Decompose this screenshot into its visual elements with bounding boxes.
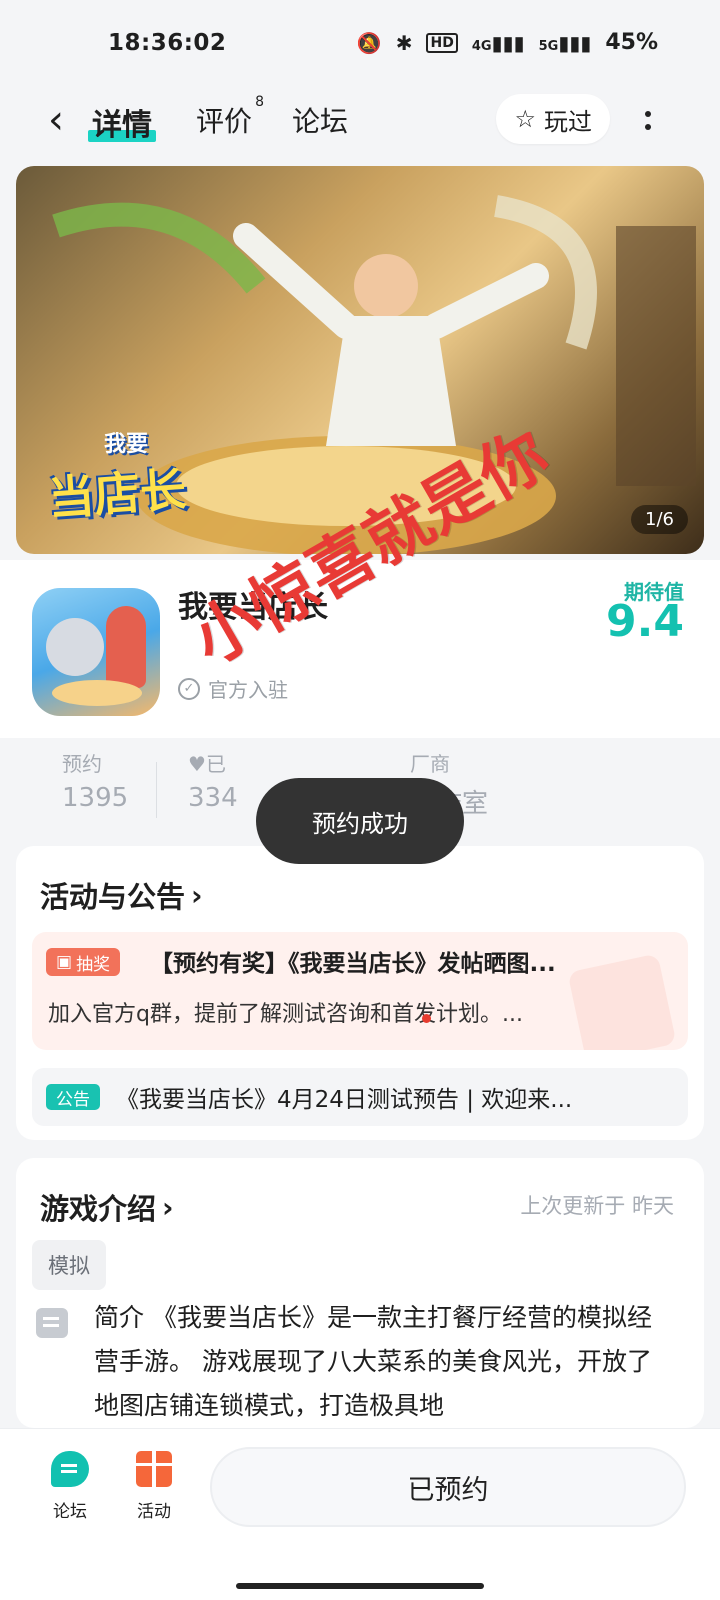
follow-count: 334 [188, 783, 238, 813]
last-updated: 上次更新于 昨天 [520, 1194, 674, 1218]
banner-logo-line2: 当店长 [46, 462, 188, 526]
tab-detail-label: 详情 [92, 108, 152, 143]
activity-card: 活动与公告 › ▣ 抽奖 【预约有奖】《我要当店长》发帖晒图... 加入官方q群… [16, 846, 704, 1140]
game-title: 我要当店长 [178, 590, 328, 625]
chat-bubble-icon [51, 1451, 89, 1487]
game-info-section: 我要当店长 ✓ 官方入驻 期待值 9.4 [0, 560, 720, 738]
expectation-score: 9.4 [606, 596, 684, 647]
bottom-forum-button[interactable]: 论坛 [40, 1451, 100, 1522]
intro-title: 游戏介绍 [40, 1192, 157, 1226]
game-app-icon [32, 588, 160, 716]
intro-header[interactable]: 游戏介绍 › [40, 1186, 174, 1228]
mute-icon: 🔕 [356, 30, 382, 55]
genre-tag[interactable]: 模拟 [32, 1240, 106, 1290]
official-label: 官方入驻 [208, 678, 288, 702]
toast-message: 预约成功 [256, 778, 464, 864]
activity-title: 活动与公告 [40, 880, 186, 914]
signal-5g-icon: 5G▮▮▮ [538, 30, 592, 55]
carousel-dot [422, 1014, 431, 1023]
forum-label: 论坛 [53, 1502, 87, 1522]
promo-item[interactable]: ▣ 抽奖 【预约有奖】《我要当店长》发帖晒图... 加入官方q群，提前了解测试咨… [32, 932, 688, 1050]
promo-title: 【预约有奖】《我要当店长》发帖晒图... [150, 951, 556, 977]
more-options-icon[interactable] [638, 98, 658, 142]
notice-text: 《我要当店长》4月24日测试预告 | 欢迎来... [116, 1087, 573, 1113]
bottom-activity-button[interactable]: 活动 [124, 1451, 184, 1522]
tab-detail[interactable]: 详情 [88, 100, 156, 144]
vendor-label: 厂商 [410, 752, 450, 776]
gift-icon: ▣ [56, 952, 73, 972]
chevron-right-icon: › [191, 878, 203, 912]
back-icon[interactable]: ‹ [36, 96, 76, 144]
lottery-tag: ▣ 抽奖 [46, 948, 121, 976]
divider [156, 762, 157, 818]
gift-icon [136, 1451, 172, 1487]
verified-icon: ✓ [178, 677, 200, 700]
reserve-label: 预约 [62, 752, 102, 776]
home-indicator[interactable] [236, 1583, 484, 1589]
notice-item[interactable]: 公告 《我要当店长》4月24日测试预告 | 欢迎来... [32, 1068, 688, 1126]
notice-tag: 公告 [46, 1084, 100, 1110]
screenshot-carousel[interactable]: 我要 当店长 1/6 [16, 166, 704, 554]
game-intro-card: 游戏介绍 › 上次更新于 昨天 模拟 简介 《我要当店长》是一款主打餐厅经营的模… [16, 1158, 704, 1428]
played-button[interactable]: ☆ 玩过 [496, 94, 610, 144]
top-nav: ‹ 详情 评价 8 论坛 ☆ 玩过 [0, 90, 720, 150]
chevron-right-icon: › [162, 1190, 174, 1224]
status-icons: 🔕 ✱ HD 4G▮▮▮ 5G▮▮▮ 45% [357, 30, 658, 55]
reserve-stat: 预约 1395 [62, 748, 128, 813]
bottom-action-bar: 论坛 活动 已预约 [0, 1428, 720, 1600]
intro-text: 简介 《我要当店长》是一款主打餐厅经营的模拟经营手游。 游戏展现了八大菜系的美食… [94, 1303, 652, 1420]
battery-level: 45% [605, 30, 658, 55]
status-bar: 18:36:02 🔕 ✱ HD 4G▮▮▮ 5G▮▮▮ 45% [0, 0, 720, 92]
tab-reviews[interactable]: 评价 8 [196, 94, 264, 140]
activity-label: 活动 [137, 1502, 171, 1522]
reserved-button[interactable]: 已预约 [210, 1447, 686, 1527]
tab-forum[interactable]: 论坛 [292, 100, 348, 140]
reserve-count: 1395 [62, 783, 129, 813]
official-badge: ✓ 官方入驻 [178, 674, 288, 703]
hd-icon: HD [426, 32, 458, 53]
bluetooth-icon: ✱ [395, 30, 413, 55]
description-icon [36, 1308, 68, 1338]
heart-icon: ♥ [188, 752, 206, 776]
activity-header[interactable]: 活动与公告 › [40, 874, 203, 916]
status-time: 18:36:02 [108, 30, 227, 56]
played-label: 玩过 [544, 107, 592, 136]
banner-logo-line1: 我要 [104, 432, 149, 457]
tab-reviews-label: 评价 [196, 105, 253, 138]
star-icon: ☆ [514, 105, 536, 133]
follow-label: 已 [205, 752, 226, 776]
follow-stat: ♥已 334 [188, 748, 238, 813]
gift-decoration-icon [567, 953, 677, 1050]
tab-forum-label: 论坛 [292, 105, 349, 138]
reviews-count-badge: 8 [255, 94, 265, 110]
carousel-page-indicator: 1/6 [631, 505, 688, 534]
signal-4g-icon: 4G▮▮▮ [471, 30, 525, 55]
promo-description: 加入官方q群，提前了解测试咨询和首发计划。... [48, 1002, 523, 1027]
